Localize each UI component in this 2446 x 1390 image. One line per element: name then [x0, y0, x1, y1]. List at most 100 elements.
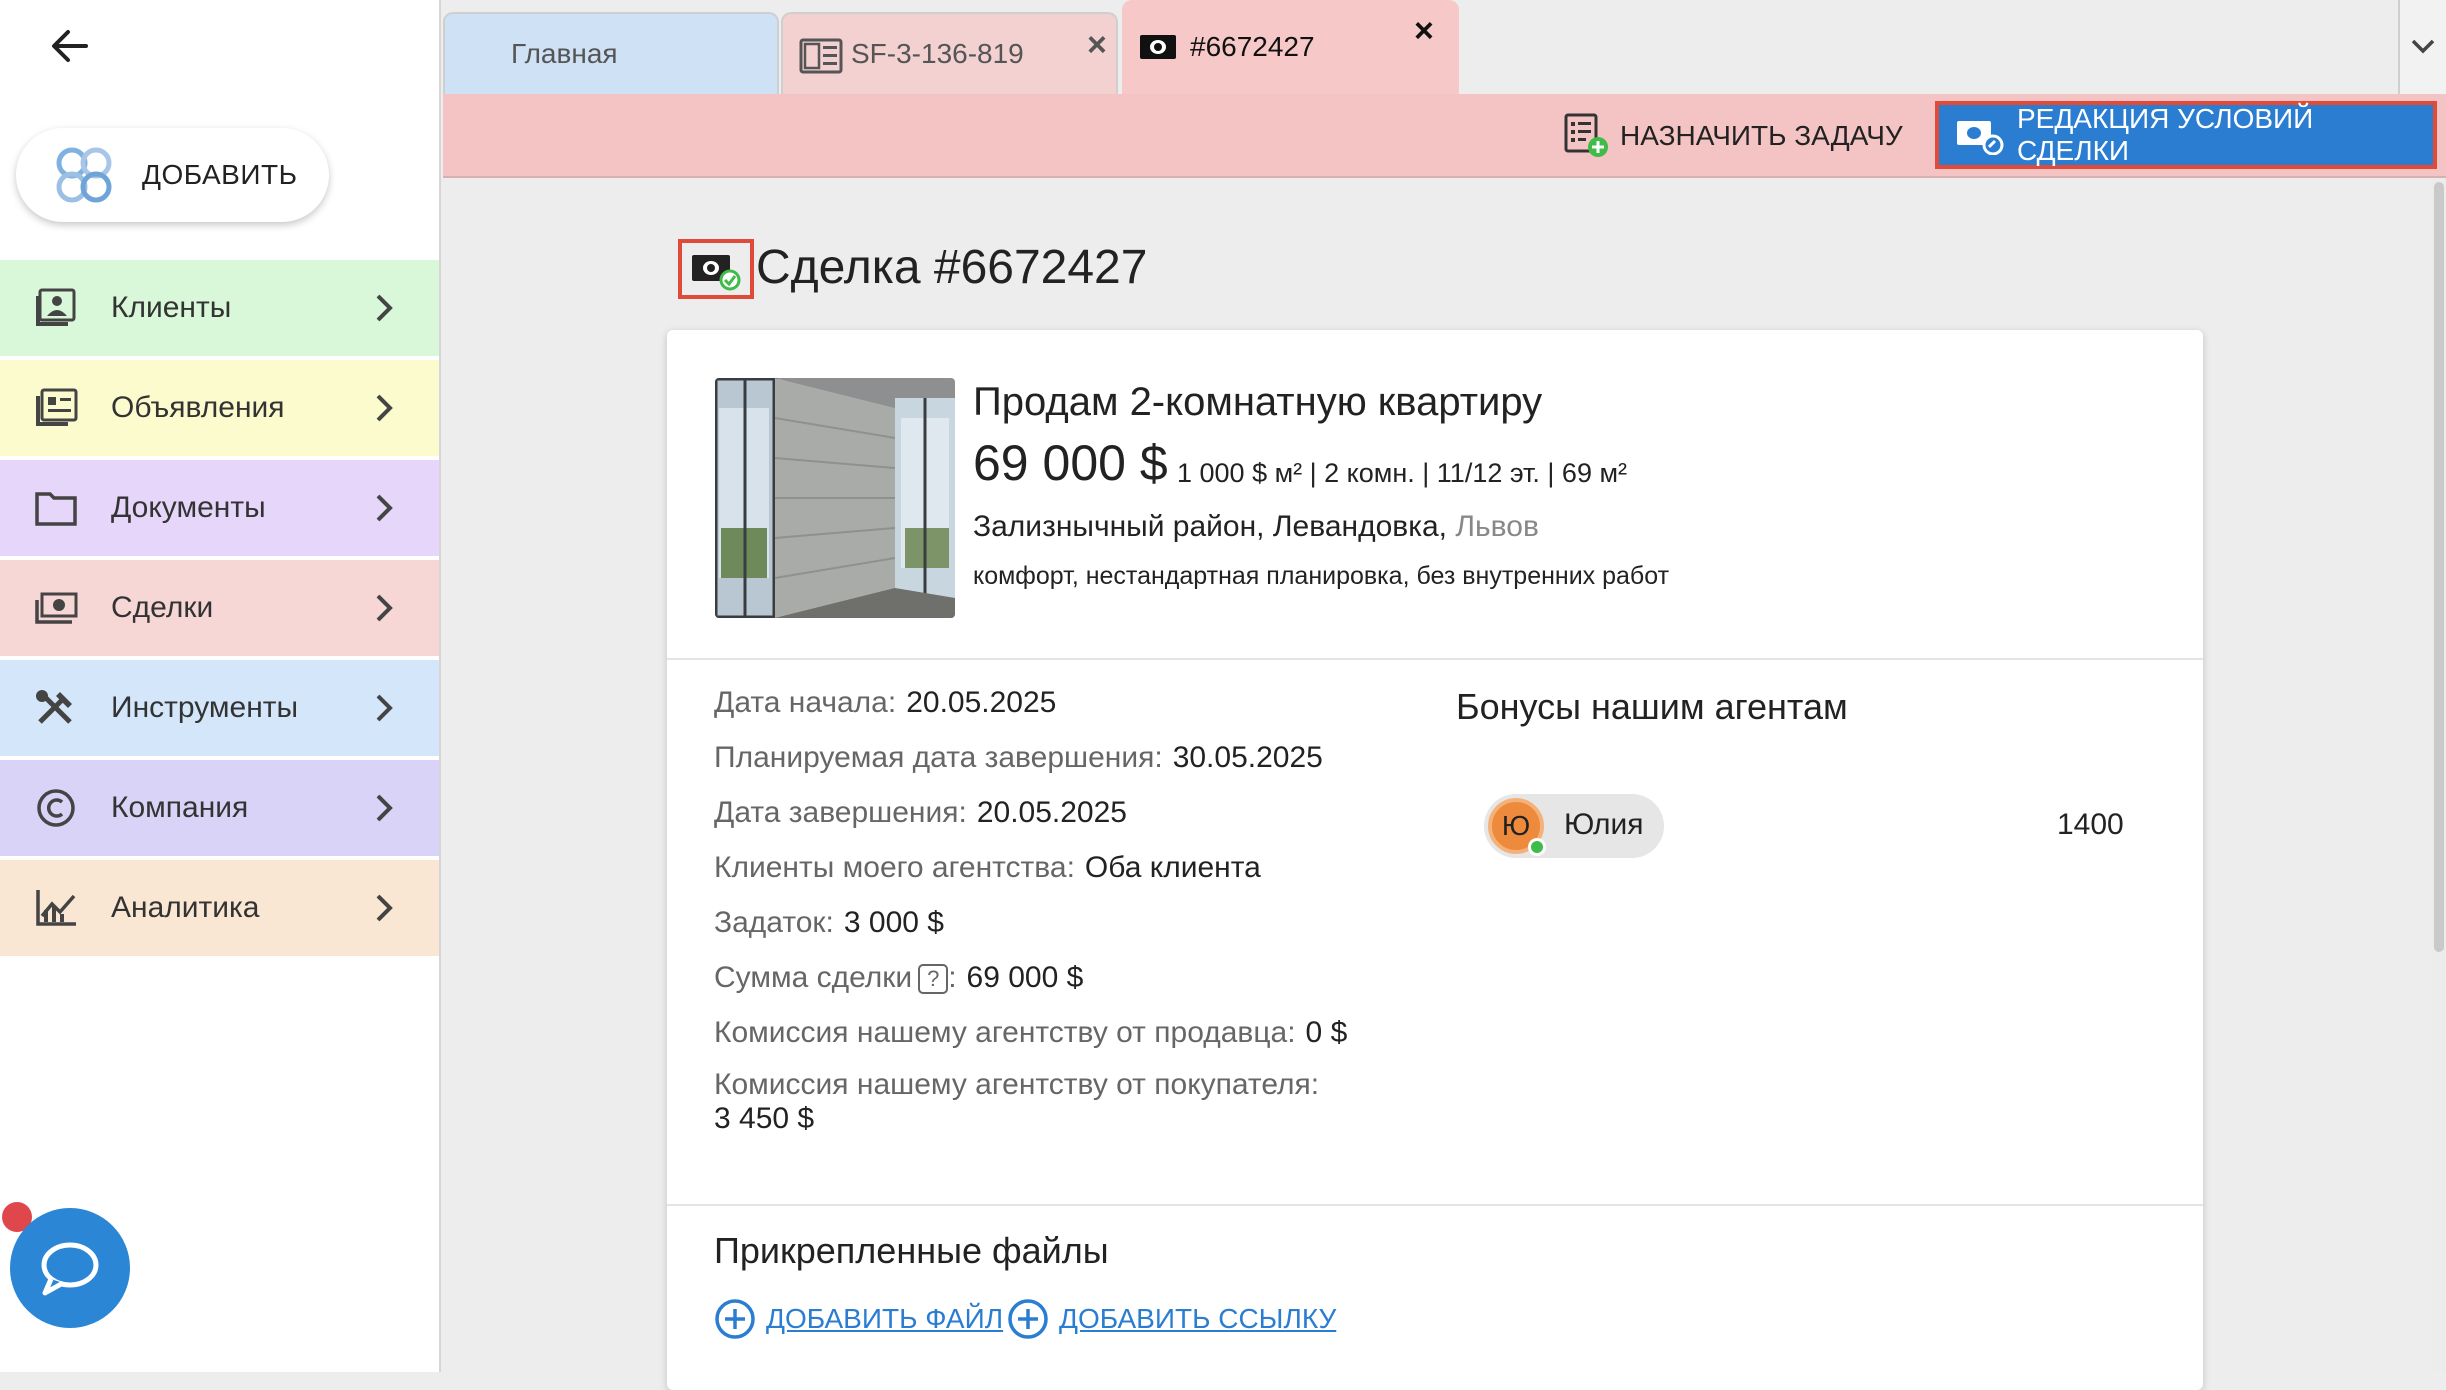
apartment-photo	[715, 378, 955, 618]
listing-address: Зализнычный район, Левандовка, Львов	[973, 510, 1539, 544]
add-button[interactable]: ДОБАВИТЬ	[16, 128, 329, 222]
listing-doc-icon	[799, 38, 843, 74]
sidebar: ДОБАВИТЬ Клиенты Объявления Документы Сд…	[0, 0, 441, 1372]
analytics-icon	[36, 890, 76, 926]
tab-label: #6672427	[1190, 31, 1315, 62]
clients-icon	[36, 288, 76, 326]
deal-status-icon	[678, 239, 754, 299]
sidebar-item-label: Компания	[111, 791, 249, 824]
add-button-label: ДОБАВИТЬ	[142, 159, 298, 190]
sidebar-item-company[interactable]: Компания	[0, 760, 439, 856]
online-status-dot	[1528, 838, 1546, 856]
scrollbar-thumb[interactable]	[2434, 182, 2444, 952]
copyright-icon	[37, 789, 75, 827]
listing-title[interactable]: Продам 2-комнатную квартиру	[973, 380, 1542, 425]
field-value: 3 000 $	[843, 906, 944, 939]
attached-files-title: Прикрепленные файлы	[714, 1230, 1109, 1271]
tools-icon	[36, 690, 72, 724]
field-end-date: Дата завершения: 20.05.2025	[714, 796, 1127, 830]
sidebar-item-label: Клиенты	[111, 291, 232, 324]
money-check-icon	[692, 255, 741, 291]
add-file-link[interactable]: ДОБАВИТЬ ФАЙЛ	[714, 1298, 1003, 1340]
field-value: 30.05.2025	[1172, 741, 1323, 774]
field-deposit: Задаток: 3 000 $	[714, 906, 944, 940]
field-label: Клиенты моего агентства:	[714, 851, 1075, 884]
chevron-right-icon	[376, 694, 393, 722]
sidebar-item-label: Инструменты	[111, 691, 299, 724]
tab-label: Главная	[511, 38, 618, 69]
sidebar-item-analytics[interactable]: Аналитика	[0, 860, 439, 956]
field-deal-sum: Сумма сделки?:69 000 $	[714, 961, 1083, 995]
field-label: Задаток:	[714, 906, 834, 939]
toolbar: НАЗНАЧИТЬ ЗАДАЧУ РЕДАКЦИЯ УСЛОВИЙ СДЕЛКИ	[443, 94, 2446, 178]
listing-params: 1 000 $ м² | 2 комн. | 11/12 эт. | 69 м²	[1177, 458, 1628, 488]
deal-card: Продам 2-комнатную квартиру 69 000 $ 1 0…	[667, 330, 2203, 1390]
add-file-label: ДОБАВИТЬ ФАЙЛ	[766, 1303, 1004, 1334]
address-district: Зализнычный район, Левандовка,	[973, 510, 1448, 543]
sidebar-item-label: Аналитика	[111, 891, 260, 924]
money-edit-icon	[1956, 121, 2004, 155]
chevron-right-icon	[376, 794, 393, 822]
add-logo-icon	[56, 147, 112, 203]
close-icon[interactable]: ×	[1414, 14, 1434, 48]
divider	[667, 658, 2203, 660]
agent-name: Юлия	[1564, 808, 1644, 841]
sidebar-item-listings[interactable]: Объявления	[0, 360, 439, 456]
chevron-right-icon	[376, 894, 393, 922]
field-label: Дата начала:	[714, 686, 897, 719]
sidebar-item-label: Документы	[111, 491, 266, 524]
tab-home[interactable]: Главная	[443, 12, 779, 94]
chevron-right-icon	[376, 594, 393, 622]
listing-description: комфорт, нестандартная планировка, без в…	[973, 562, 1670, 590]
field-value: 20.05.2025	[906, 686, 1057, 719]
tab-listing[interactable]: SF-3-136-819 ×	[781, 12, 1118, 94]
listings-icon	[36, 388, 78, 426]
field-value: Оба клиента	[1084, 851, 1261, 884]
field-value: 20.05.2025	[976, 796, 1127, 829]
field-start-date: Дата начала: 20.05.2025	[714, 686, 1056, 720]
agent-chip[interactable]: Ю Юлия	[1484, 794, 1664, 858]
field-value: 69 000 $	[966, 961, 1084, 994]
field-seller-commission: Комиссия нашему агентству от продавца: 0 …	[714, 1016, 1347, 1050]
sidebar-item-documents[interactable]: Документы	[0, 460, 439, 556]
sidebar-item-label: Объявления	[111, 391, 285, 424]
chevron-right-icon	[376, 494, 393, 522]
add-link-label: ДОБАВИТЬ ССЫЛКУ	[1059, 1303, 1337, 1334]
agent-bonus-amount: 1400	[2057, 808, 2124, 841]
sidebar-item-clients[interactable]: Клиенты	[0, 260, 439, 356]
edit-deal-terms-label: РЕДАКЦИЯ УСЛОВИЙ СДЕЛКИ	[2016, 103, 2314, 166]
money-icon	[1140, 35, 1176, 59]
field-value: 3 450 $	[714, 1102, 815, 1135]
field-colon: :	[948, 961, 957, 994]
sidebar-item-tools[interactable]: Инструменты	[0, 660, 439, 756]
folder-icon	[35, 492, 77, 526]
sidebar-item-deals[interactable]: Сделки	[0, 560, 439, 656]
field-label: Планируемая дата завершения:	[714, 741, 1163, 774]
tab-deal[interactable]: #6672427 ×	[1122, 0, 1459, 94]
chevron-down-icon	[2411, 39, 2435, 54]
sidebar-item-label: Сделки	[111, 591, 214, 624]
field-value: 0 $	[1305, 1016, 1348, 1049]
assign-task-button[interactable]: НАЗНАЧИТЬ ЗАДАЧУ	[1562, 108, 1903, 164]
chevron-right-icon	[376, 394, 393, 422]
add-link-link[interactable]: ДОБАВИТЬ ССЫЛКУ	[1007, 1298, 1336, 1340]
field-buyer-commission: Комиссия нашему агентству от покупателя:…	[714, 1068, 1319, 1136]
listing-price: 69 000 $	[973, 435, 1168, 491]
help-icon[interactable]: ?	[918, 964, 949, 995]
close-icon[interactable]: ×	[1087, 28, 1107, 62]
money-icon	[35, 592, 78, 624]
plus-circle-icon	[1008, 1299, 1048, 1339]
field-label: Комиссия нашему агентству от продавца:	[714, 1016, 1296, 1049]
assign-task-label: НАЗНАЧИТЬ ЗАДАЧУ	[1620, 120, 1903, 151]
listing-photo[interactable]	[715, 378, 955, 618]
chat-button[interactable]	[10, 1208, 130, 1328]
edit-deal-terms-button[interactable]: РЕДАКЦИЯ УСЛОВИЙ СДЕЛКИ	[1935, 101, 2437, 169]
field-planned-end-date: Планируемая дата завершения: 30.05.2025	[714, 741, 1323, 775]
plus-circle-icon	[715, 1299, 755, 1339]
tab-label: SF-3-136-819	[851, 38, 1024, 69]
bonuses-title: Бонусы нашим агентам	[1456, 686, 1848, 727]
field-label: Дата завершения:	[714, 796, 967, 829]
page-title: Сделка #6672427	[756, 241, 1148, 294]
tabs-dropdown-button[interactable]	[2398, 0, 2446, 94]
back-button[interactable]	[46, 22, 94, 70]
